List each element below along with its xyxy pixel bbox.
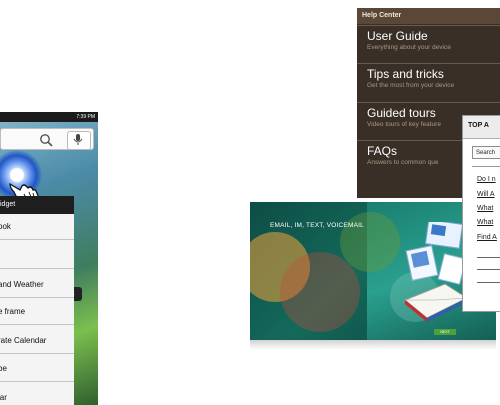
- voice-search-button[interactable]: [67, 131, 91, 150]
- menu-item[interactable]: ook: [0, 214, 74, 240]
- help-item-title: Tips and tricks: [367, 67, 444, 81]
- faq-placeholder-line: [477, 282, 500, 283]
- video-badge: NEXT: [434, 329, 456, 335]
- menu-item[interactable]: rate Calendar: [0, 328, 74, 354]
- faq-link[interactable]: Will A: [477, 191, 495, 198]
- help-item-title: User Guide: [367, 29, 428, 43]
- help-item-subtitle: Everything about your device: [367, 44, 451, 51]
- help-center-title: Help Center: [357, 8, 500, 24]
- menu-item[interactable]: e frame: [0, 299, 74, 325]
- status-time: 7:39 PM: [76, 114, 95, 120]
- status-bar: 7:39 PM: [0, 112, 98, 122]
- menu-header: idget: [0, 196, 74, 214]
- menu-item[interactable]: be: [0, 356, 74, 382]
- help-item-tips[interactable]: Tips and tricks Get the most from your d…: [357, 63, 500, 99]
- bokeh-light: [280, 252, 360, 332]
- faq-placeholder-line: [477, 257, 500, 258]
- faq-link[interactable]: What: [477, 219, 493, 226]
- faq-link[interactable]: What: [477, 205, 493, 212]
- faq-panel: TOP A Search Do I n Will A What What Fin…: [462, 115, 500, 312]
- search-icon[interactable]: [39, 133, 53, 147]
- help-item-user-guide[interactable]: User Guide Everything about your device: [357, 25, 500, 61]
- faq-search-input[interactable]: Search: [472, 146, 500, 159]
- guided-tour-video[interactable]: EMAIL, IM, TEXT, VOICEMAIL NEXT: [250, 202, 496, 340]
- divider: [472, 166, 500, 167]
- video-caption: EMAIL, IM, TEXT, VOICEMAIL: [270, 222, 364, 229]
- menu-item[interactable]: lar: [0, 385, 74, 405]
- faq-placeholder-line: [477, 269, 500, 270]
- menu-item[interactable]: [0, 243, 74, 269]
- bokeh-light: [340, 212, 400, 272]
- left-phone-screenshot: 7:39 PM et idget ook and Weather e frame…: [0, 112, 98, 405]
- search-bar[interactable]: [0, 128, 94, 150]
- email-envelope-icon: [405, 222, 467, 322]
- microphone-icon: [73, 134, 83, 145]
- card-shadow: [250, 340, 496, 350]
- faq-title: TOP A: [468, 122, 489, 129]
- help-item-subtitle: Get the most from your device: [367, 82, 455, 89]
- faq-link[interactable]: Do I n: [477, 176, 496, 183]
- faq-link[interactable]: Find A: [477, 234, 497, 241]
- menu-item[interactable]: and Weather: [0, 272, 74, 298]
